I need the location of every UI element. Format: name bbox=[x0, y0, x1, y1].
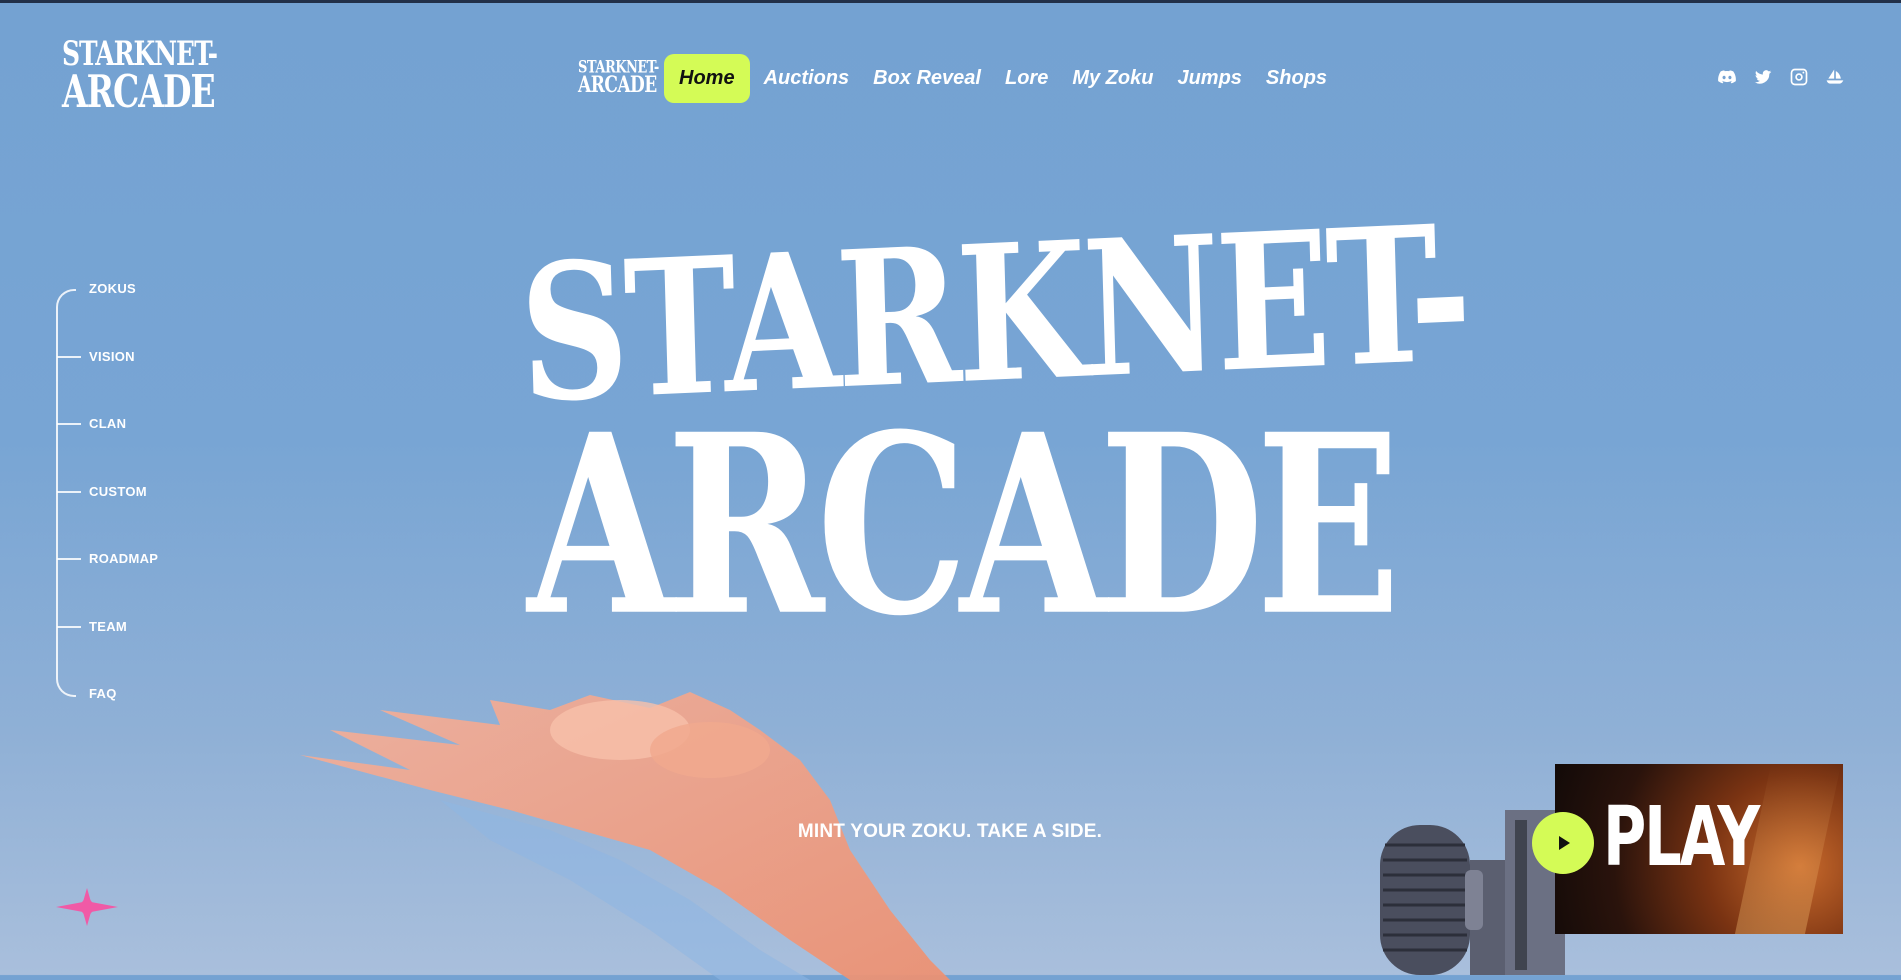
social-links bbox=[1716, 66, 1845, 87]
logo-line-2: ARCADE bbox=[62, 64, 216, 118]
nav-logo[interactable]: STARKNET- ARCADE bbox=[578, 59, 659, 98]
hero-tagline: MINT YOUR ZOKU. TAKE A SIDE. bbox=[797, 821, 1103, 842]
side-nav-team[interactable]: TEAM bbox=[57, 619, 127, 634]
play-button[interactable] bbox=[1532, 812, 1594, 874]
nav-home[interactable]: Home bbox=[664, 53, 750, 103]
side-nav-label: CUSTOM bbox=[89, 484, 147, 499]
hero-title-line-2: ARCADE bbox=[527, 380, 1401, 671]
nav-lore[interactable]: Lore bbox=[993, 54, 1060, 103]
nav-box-reveal[interactable]: Box Reveal bbox=[861, 54, 993, 103]
side-nav-label: CLAN bbox=[89, 416, 127, 431]
nav-jumps[interactable]: Jumps bbox=[1165, 54, 1253, 103]
side-nav-roadmap[interactable]: ROADMAP bbox=[57, 551, 158, 566]
side-nav-label: ROADMAP bbox=[89, 551, 159, 566]
side-nav-faq[interactable]: FAQ bbox=[57, 686, 117, 701]
side-nav-label: VISION bbox=[89, 349, 135, 364]
nav-logo-line-2: ARCADE bbox=[578, 71, 657, 98]
instagram-icon[interactable] bbox=[1788, 66, 1809, 87]
star-icon[interactable] bbox=[56, 888, 118, 926]
discord-icon[interactable] bbox=[1716, 66, 1737, 87]
twitter-icon[interactable] bbox=[1752, 66, 1773, 87]
side-nav-vision[interactable]: VISION bbox=[57, 349, 135, 364]
side-nav-custom[interactable]: CUSTOM bbox=[57, 484, 147, 499]
opensea-icon[interactable] bbox=[1824, 66, 1845, 87]
top-border bbox=[0, 0, 1901, 3]
site-logo[interactable]: STARKNET- ARCADE bbox=[62, 37, 218, 118]
nav-shops[interactable]: Shops bbox=[1254, 54, 1339, 103]
play-icon bbox=[1559, 836, 1570, 850]
play-video-card[interactable]: PLAY bbox=[1555, 764, 1843, 934]
side-nav-zokus[interactable]: ZOKUS bbox=[57, 281, 136, 296]
play-label: PLAY bbox=[1603, 790, 1760, 885]
side-nav-clan[interactable]: CLAN bbox=[57, 416, 126, 431]
side-nav-label: TEAM bbox=[89, 619, 128, 634]
hero-title: STARKNET- ARCADE bbox=[517, 184, 1470, 649]
main-nav: STARKNET- ARCADE Home Auctions Box Revea… bbox=[578, 52, 1339, 104]
side-nav-label: ZOKUS bbox=[89, 281, 136, 296]
nav-auctions[interactable]: Auctions bbox=[752, 54, 862, 103]
side-nav-label: FAQ bbox=[89, 686, 117, 701]
nav-my-zoku[interactable]: My Zoku bbox=[1060, 54, 1165, 103]
